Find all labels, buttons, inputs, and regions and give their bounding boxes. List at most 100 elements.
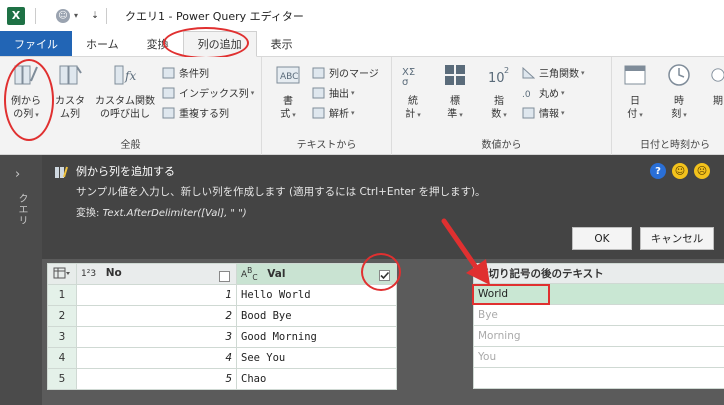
extract-icon <box>312 87 325 98</box>
clock-icon <box>668 64 690 86</box>
time-button[interactable]: 時 刻 ▾ <box>664 63 694 122</box>
tab-transform[interactable]: 変換 <box>133 31 183 56</box>
frown-icon[interactable]: ☹ <box>694 163 710 179</box>
suggestion-cell[interactable]: Bye <box>473 305 724 326</box>
format-button[interactable]: ABC 書 式 ▾ <box>270 63 306 122</box>
column-from-examples-button[interactable]: 例から の列 ▾ <box>8 63 44 122</box>
data-grid-area: 1²3 No ABC Val 1 1 Hello World 2 2 Bood … <box>42 253 724 405</box>
column-from-examples-icon <box>55 166 68 178</box>
table-row: 4 4 See You <box>47 347 397 369</box>
extract-button[interactable]: 抽出 ▾ <box>312 84 355 101</box>
chevron-right-icon[interactable]: › <box>15 167 20 182</box>
query-pane-label: クエリ <box>16 193 27 226</box>
smile-icon[interactable]: ☺ <box>672 163 688 179</box>
row-number[interactable]: 1 <box>47 284 77 306</box>
panel-title: 例から列を追加する <box>76 165 175 178</box>
parse-button[interactable]: 解析 ▾ <box>312 104 355 121</box>
column-select-checkbox[interactable] <box>379 270 390 282</box>
time-label-1: 時 <box>674 96 684 107</box>
tab-view[interactable]: 表示 <box>257 31 307 56</box>
table-row: 3 3 Good Morning <box>47 326 397 348</box>
date-button[interactable]: 日 付 ▾ <box>620 63 650 122</box>
duplicate-column-icon <box>162 107 175 118</box>
custom-column-icon <box>59 65 82 85</box>
transform-value: Text.AfterDelimiter([Val], " ") <box>102 208 247 219</box>
rounding-label: 丸め <box>539 89 559 100</box>
triangle-icon <box>522 66 535 78</box>
group-general-label: 全般 <box>120 140 141 151</box>
cell-no[interactable]: 1 <box>76 284 237 306</box>
duration-button[interactable]: 期 <box>708 63 724 108</box>
duration-label-1: 期 <box>713 96 723 107</box>
suggestion-cell[interactable]: Morning <box>473 326 724 347</box>
merge-columns-button[interactable]: 列のマージ <box>312 64 379 81</box>
ok-button[interactable]: OK <box>572 227 632 250</box>
cell-val[interactable]: Good Morning <box>236 326 397 348</box>
cell-val[interactable]: Chao <box>236 368 397 390</box>
query-pane[interactable]: › クエリ <box>0 155 42 405</box>
row-number[interactable]: 5 <box>47 368 77 390</box>
conditional-column-icon <box>162 67 175 78</box>
custom-column-button[interactable]: カスタ ム列 <box>52 63 88 121</box>
merge-columns-icon <box>312 67 325 78</box>
index-column-button[interactable]: インデックス列 ▾ <box>162 84 254 101</box>
text-type-icon[interactable]: ABC <box>241 266 258 282</box>
cell-val[interactable]: See You <box>236 347 397 369</box>
tab-file[interactable]: ファイル <box>0 31 72 56</box>
format-icon: ABC <box>276 66 300 84</box>
separator <box>106 7 108 24</box>
cancel-button[interactable]: キャンセル <box>640 227 714 250</box>
tab-add-column[interactable]: 列の追加 <box>182 31 257 57</box>
duplicate-column-button[interactable]: 重複する列 <box>162 104 229 121</box>
chevron-down-icon: ▾ <box>503 111 507 119</box>
cell-val[interactable]: Hello World <box>236 284 397 306</box>
column-select-checkbox[interactable] <box>219 270 230 282</box>
standard-button[interactable]: 標 準 ▾ <box>440 63 470 122</box>
grid-header-row: 1²3 No ABC Val <box>47 263 397 285</box>
new-column-header[interactable]: 区切り記号の後のテキスト <box>473 263 724 284</box>
invoke-custom-function-button[interactable]: fx カスタム関数 の呼び出し <box>94 63 156 121</box>
number-type-icon[interactable]: 1²3 <box>81 269 96 279</box>
cell-no[interactable]: 4 <box>76 347 237 369</box>
statistics-label-1: 統 <box>408 96 418 107</box>
information-button[interactable]: 情報 ▾ <box>522 104 565 121</box>
column-header-val-label: Val <box>267 268 286 281</box>
tab-home[interactable]: ホーム <box>72 31 133 56</box>
cell-no[interactable]: 3 <box>76 326 237 348</box>
duration-icon <box>711 68 724 82</box>
cell-no[interactable]: 5 <box>76 368 237 390</box>
rounding-button[interactable]: .0 丸め ▾ <box>522 84 565 101</box>
help-icon[interactable]: ? <box>650 163 666 179</box>
group-general: 例から の列 ▾ カスタ ム列 fx カスタム関数 の呼び出し 条件列 インデッ… <box>0 57 262 155</box>
column-from-examples-label-1: 例から <box>11 96 41 107</box>
example-input-cell[interactable]: World <box>473 284 724 305</box>
row-number[interactable]: 2 <box>47 305 77 327</box>
customize-quick-access-icon[interactable]: ⇣ <box>88 9 102 23</box>
chevron-down-icon: ▾ <box>250 88 255 97</box>
cell-val[interactable]: Bood Bye <box>236 305 397 327</box>
statistics-button[interactable]: XΣ σ 統 計 ▾ <box>398 63 428 122</box>
trigonometry-label: 三角関数 <box>539 69 579 80</box>
chevron-down-icon: ▾ <box>459 111 463 119</box>
conditional-column-button[interactable]: 条件列 <box>162 64 209 81</box>
chevron-down-icon[interactable]: ▾ <box>74 11 78 20</box>
column-header-val[interactable]: ABC Val <box>236 263 397 285</box>
trigonometry-button[interactable]: 三角関数 ▾ <box>522 64 585 81</box>
scientific-button[interactable]: 10 2 指 数 ▾ <box>484 63 514 122</box>
table-row: 5 5 Chao <box>47 368 397 390</box>
smiley-feedback-icon[interactable]: ☺ <box>56 8 70 23</box>
row-number[interactable]: 4 <box>47 347 77 369</box>
column-header-no[interactable]: 1²3 No <box>76 263 237 285</box>
suggestion-cell[interactable] <box>473 368 724 389</box>
group-from-text-label: テキストから <box>296 140 357 151</box>
table-menu-icon[interactable] <box>47 263 77 285</box>
chevron-down-icon: ▾ <box>581 68 585 77</box>
cell-no[interactable]: 2 <box>76 305 237 327</box>
suggestion-cell[interactable]: You <box>473 347 724 368</box>
new-example-column: 区切り記号の後のテキスト World Bye Morning You <box>473 263 724 389</box>
scientific-label-2: 数 <box>491 109 502 120</box>
conditional-column-label: 条件列 <box>179 69 209 80</box>
row-number[interactable]: 3 <box>47 326 77 348</box>
format-label-1: 書 <box>283 96 293 107</box>
ribbon: 例から の列 ▾ カスタ ム列 fx カスタム関数 の呼び出し 条件列 インデッ… <box>0 57 724 155</box>
